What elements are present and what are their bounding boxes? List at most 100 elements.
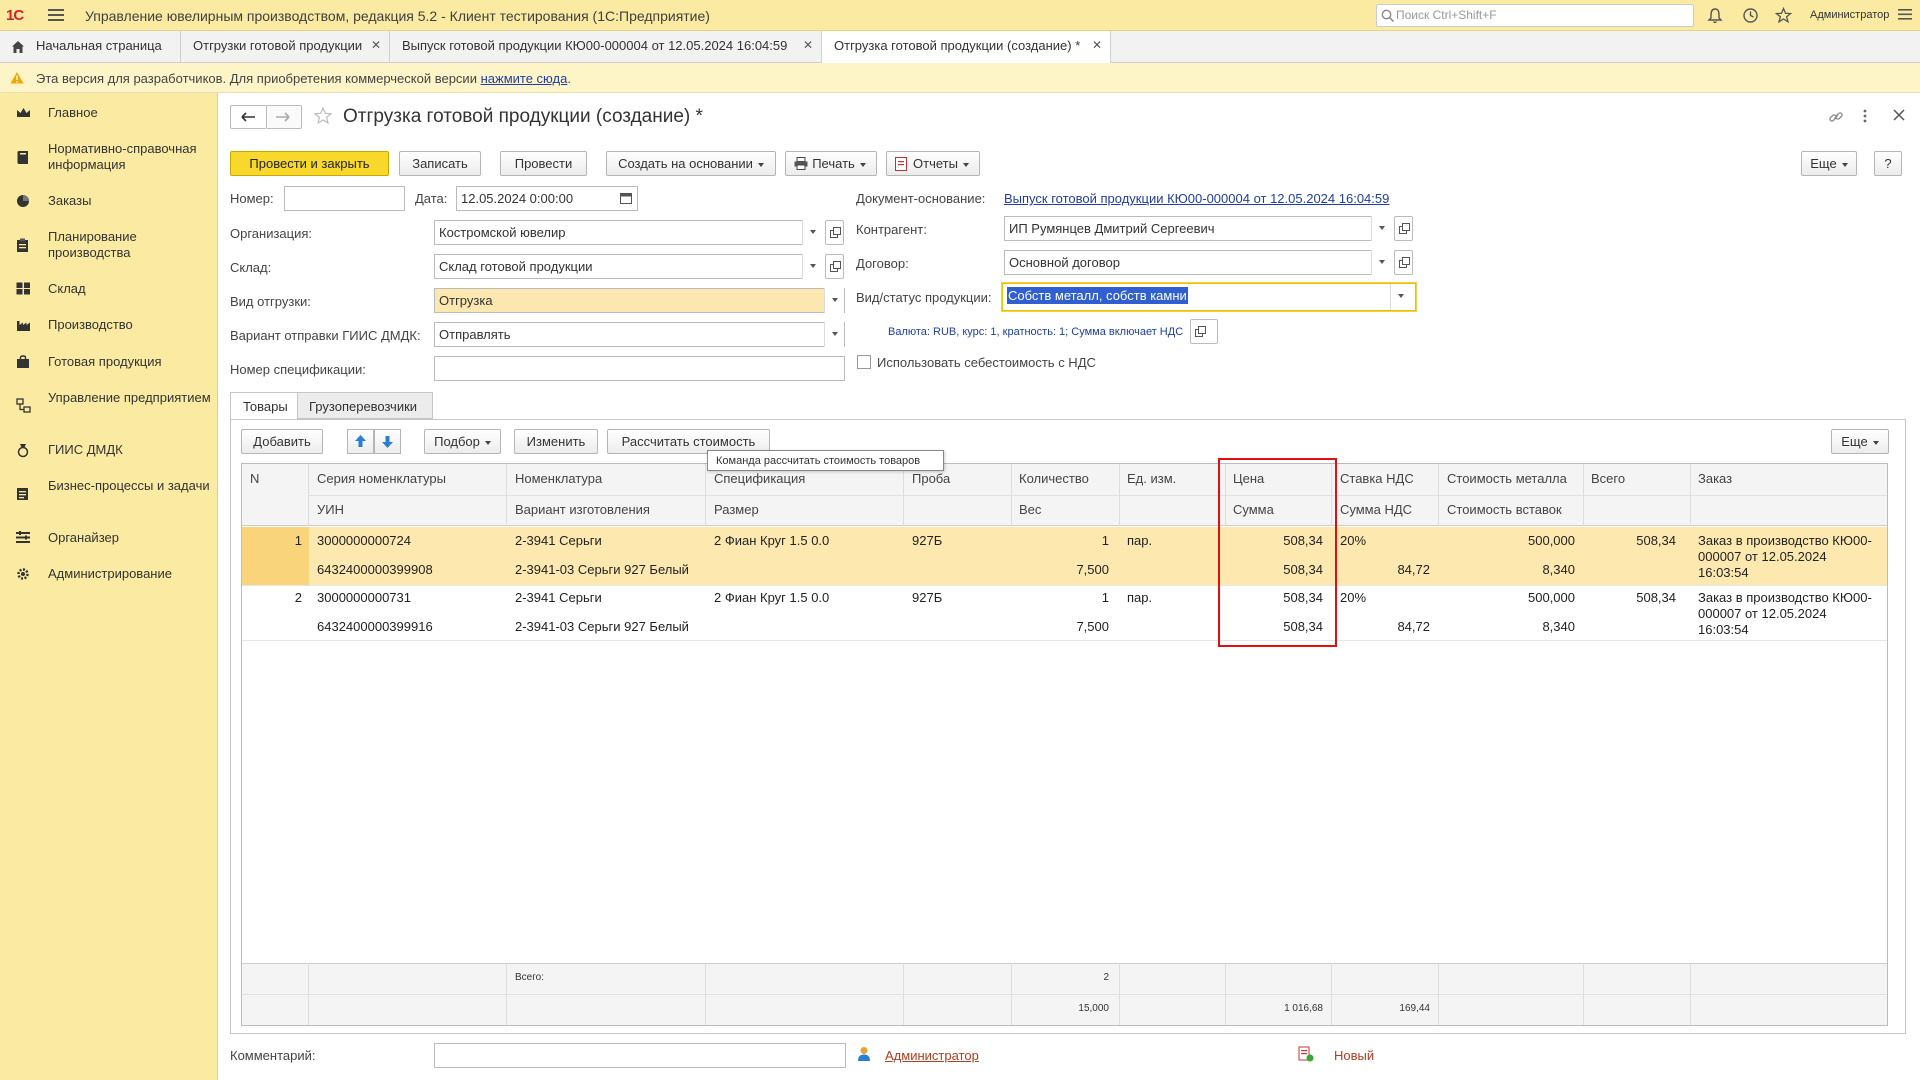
contract-open-icon[interactable] xyxy=(1394,250,1413,275)
main-menu-icon[interactable] xyxy=(48,8,64,22)
basis-doc-link[interactable]: Выпуск готовой продукции КЮ00-000004 от … xyxy=(1004,191,1389,206)
back-button[interactable] xyxy=(230,105,267,129)
cell-total: 508,34 xyxy=(1636,533,1676,548)
currency-link[interactable]: Валюта: RUB, курс: 1, кратность: 1; Сумм… xyxy=(888,326,1183,338)
cell-weight: 7,500 xyxy=(1076,562,1109,577)
help-button[interactable]: ? xyxy=(1874,151,1902,176)
tab-production-output[interactable]: Выпуск готовой продукции КЮ00-000004 от … xyxy=(390,31,822,62)
cell-probe: 927Б xyxy=(912,590,943,605)
date-input[interactable]: 12.05.2024 0:00:00 xyxy=(456,186,638,211)
col-header-weight[interactable]: Вес xyxy=(1019,502,1041,517)
print-button[interactable]: Печать xyxy=(785,151,877,176)
counterparty-field[interactable]: ИП Румянцев Дмитрий Сергеевич xyxy=(1004,216,1372,241)
window-menu-icon[interactable] xyxy=(1898,8,1912,21)
close-icon[interactable]: ✕ xyxy=(803,38,813,52)
col-header-spec[interactable]: Спецификация xyxy=(714,471,805,486)
arrow-up-icon xyxy=(355,435,366,447)
counterparty-dropdown[interactable] xyxy=(1371,216,1391,241)
change-button[interactable]: Изменить xyxy=(514,429,598,454)
cell-vat-rate: 20% xyxy=(1340,533,1367,548)
close-icon[interactable]: ✕ xyxy=(1092,38,1102,52)
number-input[interactable] xyxy=(284,186,405,211)
shipment-type-field[interactable]: Отгрузка xyxy=(434,288,845,313)
post-and-close-button[interactable]: Провести и закрыть xyxy=(230,151,389,176)
status-new-icon xyxy=(1298,1046,1314,1062)
giis-variant-field[interactable]: Отправлять xyxy=(434,322,845,347)
shipment-type-dropdown[interactable] xyxy=(824,288,844,313)
col-header-size[interactable]: Размер xyxy=(714,502,759,517)
giis-variant-dropdown[interactable] xyxy=(824,322,844,347)
warehouse-dropdown[interactable] xyxy=(802,254,822,279)
col-header-n[interactable]: N xyxy=(250,471,259,486)
create-based-on-button[interactable]: Создать на основании xyxy=(606,151,776,176)
bell-icon[interactable] xyxy=(1707,7,1723,24)
history-icon[interactable] xyxy=(1742,7,1759,24)
close-icon[interactable]: ✕ xyxy=(371,38,381,52)
organization-dropdown[interactable] xyxy=(802,220,822,245)
product-status-dropdown[interactable] xyxy=(1390,284,1410,310)
calendar-icon[interactable] xyxy=(620,192,632,204)
move-down-button[interactable] xyxy=(374,429,401,454)
cell-metal-cost: 500,000 xyxy=(1528,533,1575,548)
col-header-inserts-cost[interactable]: Стоимость вставок xyxy=(1447,502,1562,517)
tab-home[interactable]: Начальная страница xyxy=(0,31,181,62)
contract-label: Договор: xyxy=(856,256,909,271)
more-label: Еще xyxy=(1810,156,1837,171)
col-header-vat-sum[interactable]: Сумма НДС xyxy=(1340,502,1412,517)
author-link[interactable]: Администратор xyxy=(885,1048,979,1063)
tab-shipment-create[interactable]: Отгрузка готовой продукции (создание) * ✕ xyxy=(822,31,1111,63)
col-header-unit[interactable]: Ед. изм. xyxy=(1127,471,1176,486)
post-button[interactable]: Провести xyxy=(500,151,587,176)
tab-goods[interactable]: Товары xyxy=(230,392,298,419)
warehouse-field[interactable]: Склад готовой продукции xyxy=(434,254,822,279)
col-header-uin[interactable]: УИН xyxy=(317,502,344,517)
col-header-qty[interactable]: Количество xyxy=(1019,471,1089,486)
counterparty-open-icon[interactable] xyxy=(1394,216,1413,241)
use-cost-vat-checkbox[interactable] xyxy=(857,355,871,369)
favorite-star-icon[interactable] xyxy=(313,106,333,126)
current-user[interactable]: Администратор xyxy=(1810,9,1889,21)
sidebar-label: Готовая продукция xyxy=(48,354,162,369)
form-close-icon[interactable] xyxy=(1893,109,1905,121)
warning-text: Эта версия для разработчиков. Для приобр… xyxy=(36,71,571,86)
col-header-vat-rate[interactable]: Ставка НДС xyxy=(1340,471,1414,486)
tab-shipments-list[interactable]: Отгрузки готовой продукции ✕ xyxy=(181,31,390,62)
contract-dropdown[interactable] xyxy=(1371,250,1391,275)
add-row-button[interactable]: Добавить xyxy=(241,429,323,454)
favorites-star-icon[interactable] xyxy=(1775,7,1792,24)
selection-button[interactable]: Подбор xyxy=(424,429,501,454)
col-header-order[interactable]: Заказ xyxy=(1698,471,1732,486)
enterprise-icon xyxy=(16,398,31,413)
col-header-total[interactable]: Всего xyxy=(1591,471,1625,486)
reports-button[interactable]: Отчеты xyxy=(886,151,980,176)
link-icon[interactable] xyxy=(1828,109,1844,125)
spec-number-input[interactable] xyxy=(434,356,845,381)
col-header-variant[interactable]: Вариант изготовления xyxy=(515,502,650,517)
table-more-button[interactable]: Еще xyxy=(1831,429,1889,454)
arrow-down-icon xyxy=(382,436,393,448)
contract-field[interactable]: Основной договор xyxy=(1004,250,1372,275)
currency-open-icon[interactable] xyxy=(1190,319,1218,344)
col-header-probe[interactable]: Проба xyxy=(912,471,950,486)
forward-button[interactable] xyxy=(267,105,302,129)
more-button[interactable]: Еще xyxy=(1801,151,1857,176)
organization-field[interactable]: Костромской ювелир xyxy=(434,220,822,245)
move-up-button[interactable] xyxy=(347,429,374,454)
tab-carriers[interactable]: Грузоперевозчики xyxy=(298,392,433,419)
user-icon xyxy=(857,1046,871,1062)
comment-input[interactable] xyxy=(434,1043,846,1068)
crown-icon xyxy=(16,107,31,119)
warehouse-open-icon[interactable] xyxy=(825,254,844,279)
product-status-field[interactable]: Собств металл, собств камни xyxy=(1002,283,1416,311)
save-button[interactable]: Записать xyxy=(399,151,481,176)
more-vertical-icon[interactable] xyxy=(1862,109,1868,123)
organization-open-icon[interactable] xyxy=(825,220,844,245)
order-line: Заказ в производство КЮ00- xyxy=(1698,533,1872,548)
app-logo[interactable]: 1С xyxy=(6,7,24,24)
buy-link[interactable]: нажмите сюда xyxy=(481,71,568,86)
report-icon xyxy=(895,157,907,171)
sidebar-label: Главное xyxy=(48,105,98,120)
col-header-nomenclature[interactable]: Номенклатура xyxy=(515,471,602,486)
col-header-series[interactable]: Серия номенклатуры xyxy=(317,471,446,486)
col-header-metal-cost[interactable]: Стоимость металла xyxy=(1447,471,1567,486)
